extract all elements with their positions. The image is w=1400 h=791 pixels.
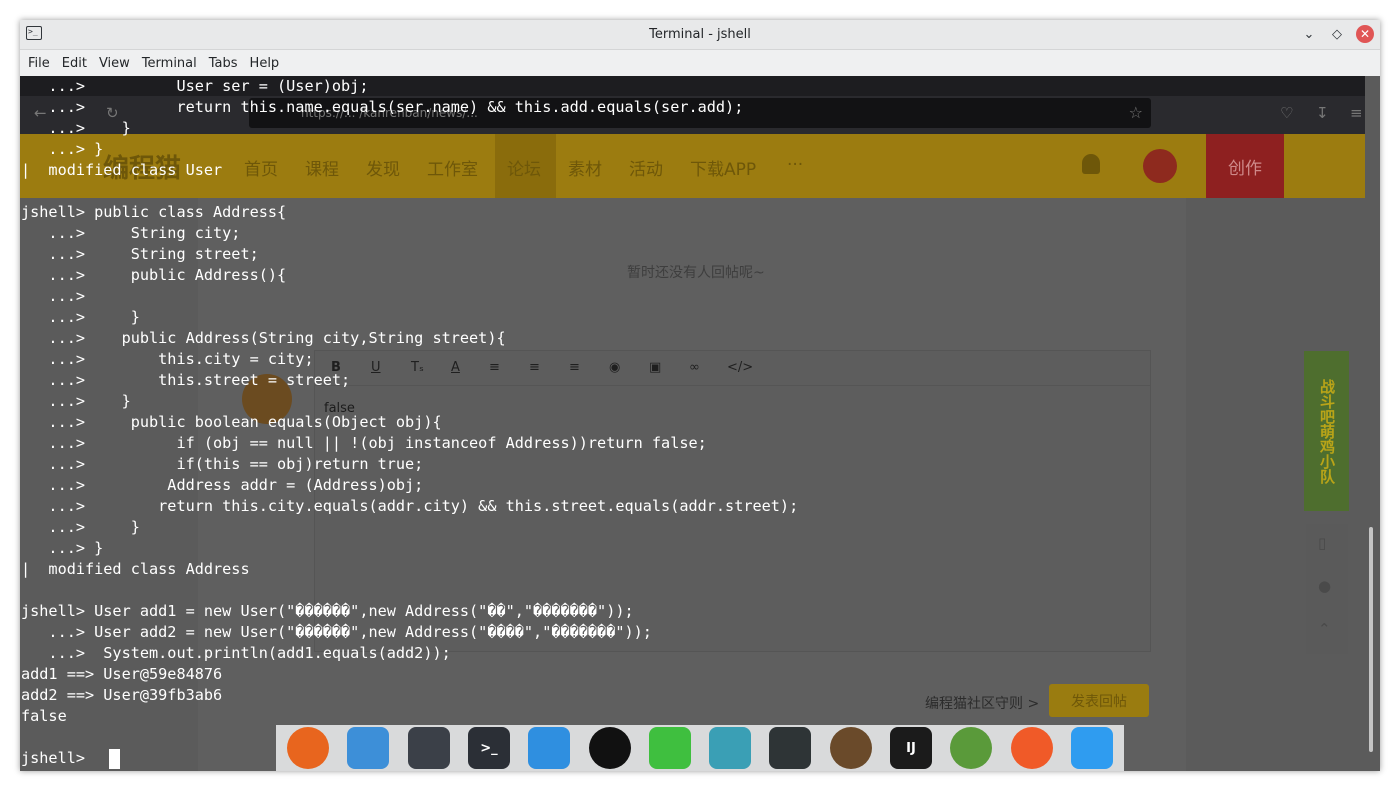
terminal-line: jshell> public class Address{: [21, 203, 287, 221]
menu-edit[interactable]: Edit: [56, 56, 93, 71]
terminal-window: >_ Terminal - jshell ⌄ ◇ ✕ File Edit Vie…: [20, 20, 1380, 771]
terminal-line: ...> }: [21, 518, 140, 536]
terminal-line: ...> public boolean equals(Object obj){: [21, 413, 442, 431]
terminal-output[interactable]: ...> User ser = (User)obj; ...> return t…: [20, 76, 1365, 771]
terminal-line: jshell> User add1 = new User("������",ne…: [21, 602, 634, 620]
menu-file[interactable]: File: [22, 56, 56, 71]
wechat-icon[interactable]: [648, 727, 691, 769]
terminal-line: ...> this.city = city;: [21, 350, 314, 368]
terminal-line: ...> }: [21, 140, 104, 158]
terminal-line: | modified class User: [21, 161, 223, 179]
diamond-icon[interactable]: ◇: [1328, 25, 1346, 43]
terminal-line: ...> }: [21, 119, 131, 137]
qq-penguin-icon[interactable]: [588, 727, 631, 769]
menu-terminal[interactable]: Terminal: [136, 56, 203, 71]
terminal-line: ...> if (obj == null || !(obj instanceof…: [21, 434, 707, 452]
terminal-line: | modified class Address: [21, 560, 250, 578]
terminal-line: ...> System.out.println(add1.equals(add2…: [21, 644, 451, 662]
chevron-down-icon[interactable]: ⌄: [1300, 25, 1318, 43]
terminal-line: ...> if(this == obj)return true;: [21, 455, 424, 473]
document-icon[interactable]: [1070, 727, 1113, 769]
firefox-icon[interactable]: [287, 727, 330, 769]
terminal-line: ...> String street;: [21, 245, 259, 263]
terminal-line: ...>: [21, 287, 86, 305]
dock: >_ IJ: [276, 725, 1124, 771]
terminal-line: ...> return this.name.equals(ser.name) &…: [21, 98, 744, 116]
beaver-icon[interactable]: [829, 727, 872, 769]
menu-bar: File Edit View Terminal Tabs Help: [20, 50, 1380, 76]
terminal-line: ...> }: [21, 539, 104, 557]
terminal-app-icon: >_: [26, 26, 42, 40]
terminal-prompt[interactable]: jshell>: [21, 748, 94, 769]
bird-app-icon[interactable]: [528, 727, 571, 769]
android-studio-icon[interactable]: [950, 727, 993, 769]
close-icon[interactable]: ✕: [1356, 25, 1374, 43]
terminal-cursor: [109, 749, 120, 769]
terminal-line: ...> public Address(String city,String s…: [21, 329, 506, 347]
terminal-icon[interactable]: >_: [467, 727, 510, 769]
cassette-icon[interactable]: [769, 727, 812, 769]
screenshot-icon[interactable]: [709, 727, 752, 769]
scrollbar-thumb[interactable]: [1369, 527, 1373, 752]
terminal-line: ...> Address addr = (Address)obj;: [21, 476, 424, 494]
rocket-icon[interactable]: [1010, 727, 1053, 769]
settings-icon[interactable]: [407, 727, 450, 769]
menu-tabs[interactable]: Tabs: [203, 56, 244, 71]
window-title: Terminal - jshell: [649, 27, 751, 42]
menu-help[interactable]: Help: [244, 56, 286, 71]
terminal-line: ...> }: [21, 308, 140, 326]
terminal-line: ...> String city;: [21, 224, 241, 242]
terminal-line: ...> return this.city.equals(addr.city) …: [21, 497, 799, 515]
file-manager-icon[interactable]: [347, 727, 390, 769]
terminal-line: ...> User ser = (User)obj;: [21, 77, 369, 95]
terminal-line: ...> this.street = street;: [21, 371, 351, 389]
terminal-line: ...> }: [21, 392, 131, 410]
terminal-line: add2 ==> User@39fb3ab6: [21, 686, 223, 704]
menu-view[interactable]: View: [93, 56, 136, 71]
intellij-icon[interactable]: IJ: [889, 727, 932, 769]
terminal-line: ...> public Address(){: [21, 266, 287, 284]
terminal-line: add1 ==> User@59e84876: [21, 665, 223, 683]
terminal-line: ...> User add2 = new User("������",new A…: [21, 623, 652, 641]
terminal-line: false: [21, 707, 67, 725]
title-bar[interactable]: >_ Terminal - jshell ⌄ ◇ ✕: [20, 20, 1380, 50]
